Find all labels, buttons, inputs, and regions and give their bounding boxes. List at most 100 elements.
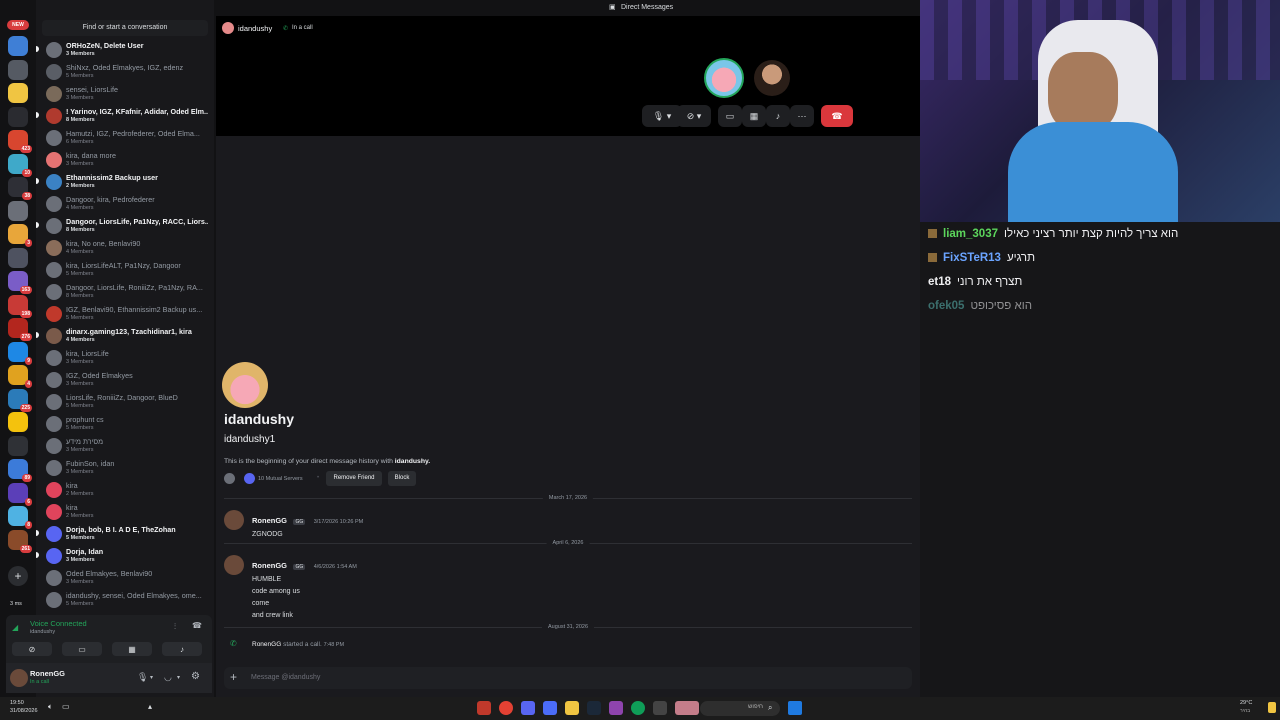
profile-avatar[interactable] (222, 362, 268, 408)
network-icon[interactable]: ▭ (62, 702, 70, 711)
dm-list-item[interactable]: Dangoor, kira, Pedrofederer 4 Members (42, 193, 210, 215)
edge-taskbar-icon[interactable] (631, 701, 645, 715)
server-icon[interactable]: 423 (8, 130, 32, 153)
clock-time[interactable]: 19:50 (10, 700, 24, 706)
call-mic-button[interactable]: 🎙︎ ▾ (642, 105, 682, 127)
app-taskbar-icon[interactable] (675, 701, 699, 715)
weather-temp[interactable]: 29°C (1240, 700, 1252, 706)
dm-list-item[interactable]: Ethannissim2 Backup user 2 Members (36, 171, 210, 193)
new-badge[interactable]: NEW (7, 20, 29, 30)
server-icon[interactable] (8, 247, 28, 268)
dm-list-item[interactable]: IGZ, Benlavi90, Ethannissim2 Backup us..… (42, 303, 210, 325)
clock-date[interactable]: 31/08/2026 (10, 708, 38, 714)
activities-button[interactable]: ▦ (112, 642, 152, 656)
headphones-icon[interactable]: ◡ (164, 672, 172, 683)
weather-icon[interactable] (1268, 702, 1276, 713)
soundboard-button[interactable]: ♪ (162, 642, 202, 656)
volume-icon[interactable]: 🔈︎ (48, 702, 53, 712)
discord-taskbar-icon[interactable] (521, 701, 535, 715)
server-icon[interactable]: 38 (8, 177, 32, 200)
app-taskbar-icon[interactable] (477, 701, 491, 715)
dm-list-item[interactable]: kira, No one, Benlavi90 4 Members (42, 237, 210, 259)
dm-list-item[interactable]: Dorja, Idan 3 Members (36, 545, 210, 567)
user-avatar[interactable] (10, 669, 28, 687)
dm-list-item[interactable]: IGZ, Oded Elmakyes 3 Members (42, 369, 210, 391)
server-icon[interactable]: 4 (8, 365, 32, 388)
start-button[interactable] (788, 701, 802, 715)
dm-list-item[interactable]: kira 2 Members (42, 501, 210, 523)
dm-list-item[interactable]: kira, LiorsLife 3 Members (42, 347, 210, 369)
call-soundboard-button[interactable]: ♪ (766, 105, 790, 127)
chevron-up-icon[interactable]: ▴ (148, 702, 152, 711)
noise-suppression-icon[interactable]: ⫶ (174, 622, 176, 632)
server-icon[interactable]: 8 (8, 506, 32, 529)
signal-icon[interactable]: ◢ (12, 623, 18, 632)
server-icon[interactable]: 89 (8, 459, 32, 482)
server-icon[interactable] (8, 200, 28, 221)
dm-search-input[interactable]: Find or start a conversation (42, 20, 208, 36)
dm-list-item[interactable]: Dorja, bob, B I. A D E, TheZohan 5 Member… (36, 523, 210, 545)
server-icon[interactable]: 198 (8, 294, 32, 318)
participant-ronengg-avatar[interactable] (754, 60, 790, 96)
chevron-down-icon[interactable]: ▾ (177, 674, 180, 681)
message-avatar[interactable] (224, 510, 244, 530)
weather-condition[interactable]: בהיר (1240, 708, 1250, 714)
dm-list-item[interactable]: Dangoor, LiorsLife, Pa1Nzy, RACC, Liors.… (36, 215, 210, 237)
dm-list-item[interactable]: מסירת מידע 3 Members (42, 435, 210, 457)
steam-taskbar-icon[interactable] (587, 701, 601, 715)
dm-list-item[interactable]: ShiNxz, Oded Elmakyes, IGZ, edenz 5 Membe… (42, 61, 210, 83)
chrome-taskbar-icon[interactable] (499, 701, 513, 715)
voice-channel[interactable]: idandushy (30, 629, 55, 635)
server-icon[interactable] (8, 106, 28, 127)
chat-username[interactable]: et18 (928, 276, 951, 288)
server-icon[interactable] (8, 412, 28, 432)
server-icon[interactable] (8, 83, 28, 103)
dm-list-item[interactable]: dinarx.gaming123, Tzachidinar1, kira 4 Me… (36, 325, 210, 347)
server-icon[interactable]: 9 (8, 341, 32, 365)
message-avatar[interactable] (224, 555, 244, 575)
dm-list-item[interactable]: kira 2 Members (42, 479, 210, 501)
server-icon[interactable]: 10 (8, 153, 32, 177)
call-camera-button[interactable]: ⊘ ▾ (677, 105, 711, 127)
leave-call-button[interactable]: ☎ (821, 105, 853, 127)
dm-list-item[interactable]: LiorsLife, RoniiiZz, Dangoor, BlueD 5 Mem… (42, 391, 210, 413)
server-icon[interactable]: 6 (8, 482, 32, 506)
message-author[interactable]: RonenGG (252, 561, 287, 570)
server-icon[interactable]: 276 (8, 318, 32, 341)
dm-list-item[interactable]: ORHoZeN, Delete User 3 Members (36, 39, 210, 61)
camera-button[interactable]: ⊘ (12, 642, 52, 656)
message-author[interactable]: RonenGG (252, 641, 281, 648)
dm-list-item[interactable]: prophunt cs 5 Members (42, 413, 210, 435)
dm-list-item[interactable]: kira, dana more 3 Members (42, 149, 210, 171)
participant-idandushy-avatar[interactable] (704, 58, 744, 98)
message-input[interactable]: Message @idandushy (251, 674, 320, 681)
screen-share-button[interactable]: ▭ (62, 642, 102, 656)
chat-username[interactable]: FixSTeR13 (943, 252, 1001, 264)
dm-list-item[interactable]: idandushy, sensei, Oded Elmakyes, ome...… (42, 589, 210, 611)
remove-friend-button[interactable]: Remove Friend (326, 471, 382, 486)
dm-list-item[interactable]: sensei, LiorsLife 3 Members (42, 83, 210, 105)
chevron-down-icon[interactable]: ▾ (150, 674, 153, 681)
settings-gear-icon[interactable]: ⚙ (191, 671, 200, 682)
server-icon[interactable]: 261 (8, 529, 32, 553)
dm-list-item[interactable]: Dangoor, LiorsLife, RoniiiZz, Pa1Nzy, RA… (42, 281, 210, 303)
dm-list-item[interactable]: ! Yarinov, IGZ, KFafnir, Adidar, Oded El… (36, 105, 210, 127)
block-button[interactable]: Block (388, 471, 416, 486)
call-more-button[interactable]: ⋯ (790, 105, 814, 127)
server-icon[interactable] (8, 59, 28, 80)
mutual-servers[interactable]: 10 Mutual Servers (258, 476, 303, 482)
dm-list-item[interactable]: Oded Elmakyes, Benlavi90 3 Members (42, 567, 210, 589)
dm-list-item[interactable]: kira, LiorsLifeALT, Pa1Nzy, Dangoor 5 Mem… (42, 259, 210, 281)
server-icon[interactable] (8, 36, 28, 56)
dm-list-item[interactable]: Hamutzi, IGZ, Pedrofederer, Oded Elma...… (42, 127, 210, 149)
dm-list-item[interactable]: FubinSon, idan 3 Members (42, 457, 210, 479)
disconnect-icon[interactable]: ☎ (192, 621, 202, 630)
call-activities-button[interactable]: ▦ (742, 105, 766, 127)
mic-icon[interactable]: 🎙︎ (137, 672, 148, 683)
call-screenshare-button[interactable]: ▭ (718, 105, 742, 127)
mutual-server-icons[interactable] (224, 473, 255, 484)
add-attachment-button[interactable]: + (230, 670, 237, 684)
message-composer[interactable]: + Message @idandushy (224, 667, 912, 689)
app-taskbar-icon[interactable] (653, 701, 667, 715)
server-icon[interactable] (8, 435, 28, 456)
